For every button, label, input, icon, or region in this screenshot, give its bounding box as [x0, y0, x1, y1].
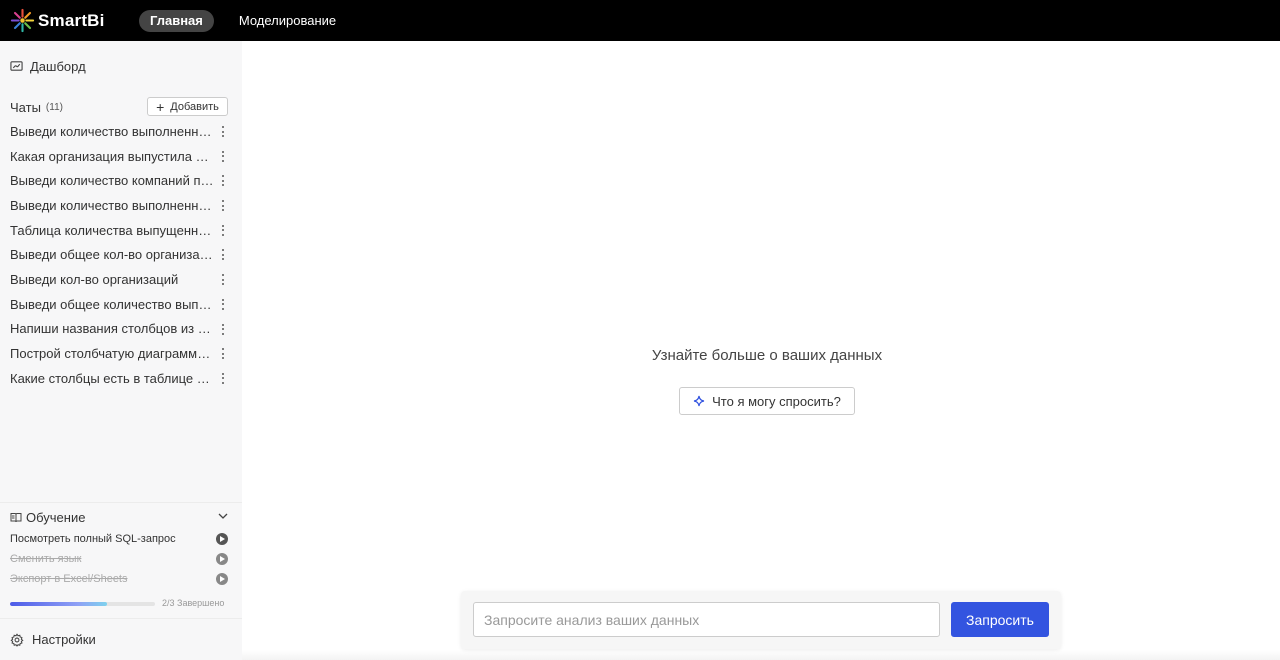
learning-title: Обучение	[26, 509, 86, 525]
more-vertical-icon[interactable]	[218, 347, 228, 360]
query-panel: Запросить	[461, 591, 1061, 649]
more-vertical-icon[interactable]	[218, 372, 228, 385]
add-chat-button[interactable]: + Добавить	[147, 97, 228, 116]
play-icon[interactable]	[216, 553, 228, 565]
chat-item[interactable]: Напиши названия столбцов из таблицы	[0, 317, 242, 342]
learning-item[interactable]: Экспорт в Excel/Sheets	[10, 569, 228, 589]
chat-item-label: Выведи общее количество выполненных	[10, 296, 214, 312]
chats-count: (11)	[45, 101, 63, 113]
chat-item-label: Таблица количества выпущенной продукции	[10, 222, 214, 238]
learning-item-label: Экспорт в Excel/Sheets	[10, 573, 128, 585]
dashboard-label: Дашборд	[30, 59, 86, 74]
chat-item[interactable]: Выведи общее кол-во организаций	[0, 242, 242, 267]
empty-state-headline: Узнайте больше о ваших данных	[651, 347, 883, 364]
top-bar: SmartBi Главная Моделирование	[0, 0, 1280, 41]
more-vertical-icon[interactable]	[218, 125, 228, 138]
chat-item[interactable]: Какие столбцы есть в таблице В...	[0, 366, 242, 391]
learning-item[interactable]: Сменить язык	[10, 549, 228, 569]
smartbi-logo-icon	[10, 8, 35, 33]
chat-item-label: Какие столбцы есть в таблице В...	[10, 370, 214, 386]
chats-header: Чаты (11) + Добавить	[10, 97, 228, 117]
chat-item[interactable]: Выведи количество выполненных заказов	[0, 119, 242, 144]
submit-query-button[interactable]: Запросить	[951, 602, 1049, 637]
sidebar: Дашборд Чаты (11) + Добавить Выведи коли…	[0, 41, 242, 660]
sparkle-icon	[694, 395, 705, 407]
dashboard-icon	[10, 61, 23, 71]
chat-item[interactable]: Выведи количество компаний по регионам	[0, 168, 242, 193]
more-vertical-icon[interactable]	[218, 323, 228, 336]
plus-icon: +	[156, 98, 165, 115]
what-can-i-ask-label: Что я могу спросить?	[712, 393, 841, 409]
learning-item[interactable]: Посмотреть полный SQL-запрос	[10, 529, 228, 549]
settings-link[interactable]: Настройки	[10, 632, 96, 647]
chat-item-label: Выведи количество выполненных работ	[10, 197, 214, 213]
play-icon[interactable]	[216, 533, 228, 545]
more-vertical-icon[interactable]	[218, 199, 228, 212]
chat-item-label: Какая организация выпустила наибольшее к…	[10, 148, 214, 164]
sidebar-dashboard-link[interactable]: Дашборд	[10, 59, 86, 74]
settings-label: Настройки	[32, 632, 96, 647]
learning-item-label: Сменить язык	[10, 553, 82, 565]
chat-list: Выведи количество выполненных заказов Ка…	[0, 119, 242, 391]
chevron-down-icon[interactable]	[218, 513, 228, 520]
chat-item[interactable]: Какая организация выпустила наибольшее к…	[0, 144, 242, 169]
what-can-i-ask-button[interactable]: Что я могу спросить?	[679, 387, 855, 415]
play-icon[interactable]	[216, 573, 228, 585]
more-vertical-icon[interactable]	[218, 273, 228, 286]
learning-list: Посмотреть полный SQL-запрос Сменить язы…	[10, 529, 228, 589]
chat-item[interactable]: Выведи кол-во организаций	[0, 267, 242, 292]
more-vertical-icon[interactable]	[218, 174, 228, 187]
chat-item-label: Выведи количество компаний по регионам	[10, 173, 214, 189]
chat-item-label: Выведи общее кол-во организаций	[10, 247, 214, 263]
chat-item[interactable]: Выведи количество выполненных работ	[0, 193, 242, 218]
learning-progress-bar	[10, 602, 155, 606]
query-input[interactable]	[473, 602, 940, 637]
more-vertical-icon[interactable]	[218, 298, 228, 311]
add-chat-label: Добавить	[170, 100, 219, 113]
nav-modeling[interactable]: Моделирование	[228, 10, 347, 32]
learning-progress-label: 2/3 Завершено	[162, 598, 225, 608]
divider	[0, 502, 242, 503]
book-icon	[10, 512, 22, 522]
learning-item-label: Посмотреть полный SQL-запрос	[10, 533, 176, 545]
chat-item[interactable]: Таблица количества выпущенной продукции	[0, 218, 242, 243]
bottom-fade	[242, 650, 1280, 660]
chats-title: Чаты	[10, 99, 41, 115]
learning-header[interactable]: Обучение	[10, 509, 228, 525]
divider	[0, 618, 242, 619]
more-vertical-icon[interactable]	[218, 224, 228, 237]
more-vertical-icon[interactable]	[218, 150, 228, 163]
chat-item-label: Напиши названия столбцов из таблицы	[10, 321, 214, 337]
nav-home[interactable]: Главная	[139, 9, 214, 32]
chat-item[interactable]: Выведи общее количество выполненных	[0, 292, 242, 317]
chat-item-label: Выведи количество выполненных заказов	[10, 123, 214, 139]
chat-item[interactable]: Построй столбчатую диаграмму по данным	[0, 341, 242, 366]
brand-name: SmartBi	[38, 10, 105, 30]
chat-item-label: Построй столбчатую диаграмму по данным	[10, 346, 214, 362]
learning-progress-fill	[10, 602, 107, 606]
main-area: Узнайте больше о ваших данных Что я могу…	[242, 41, 1280, 660]
gear-icon	[10, 632, 24, 647]
more-vertical-icon[interactable]	[218, 248, 228, 261]
logo[interactable]: SmartBi	[10, 8, 130, 33]
chat-item-label: Выведи кол-во организаций	[10, 271, 179, 287]
